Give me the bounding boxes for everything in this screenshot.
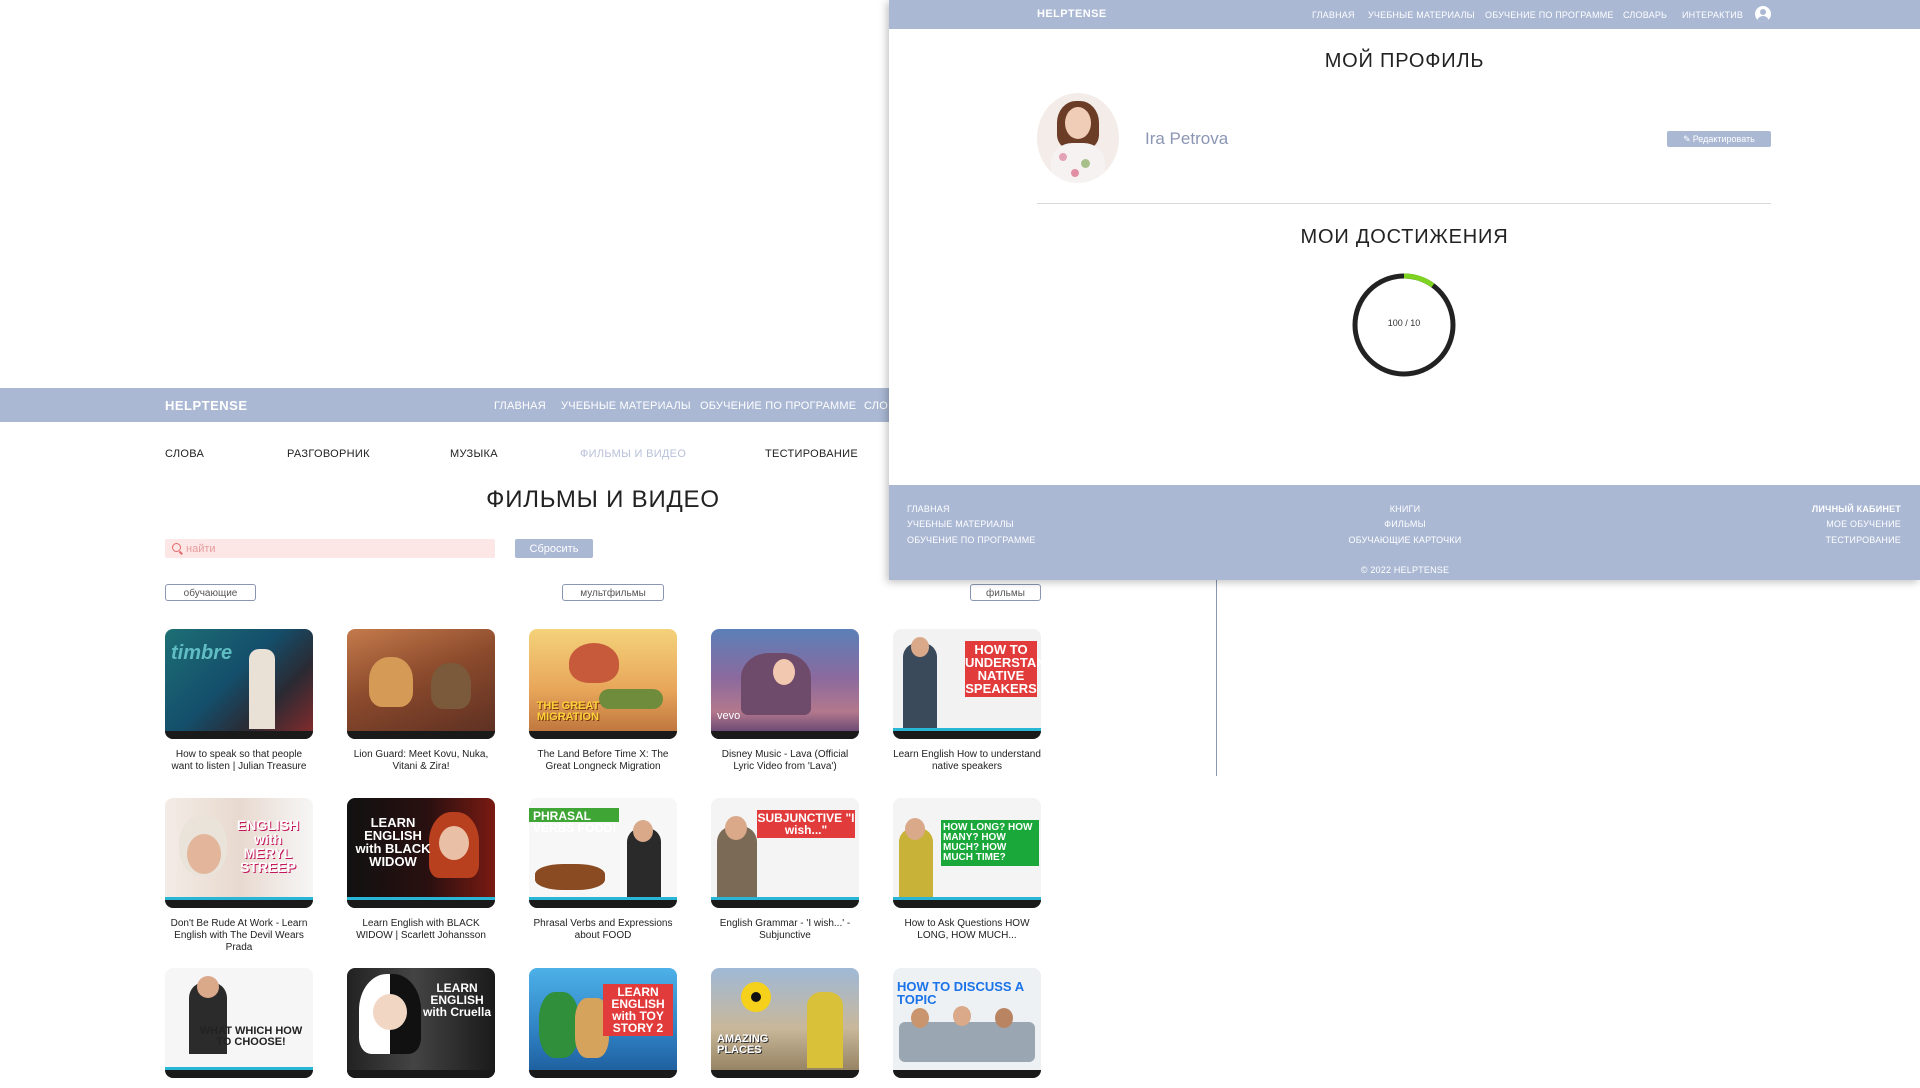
vertical-divider [1216, 580, 1217, 776]
pencil-icon: ✎ [1683, 133, 1691, 144]
video-thumbnail[interactable]: timbre [165, 629, 313, 739]
video-title[interactable]: Don't Be Rude At Work - Learn English wi… [165, 918, 313, 954]
edit-profile-button[interactable]: ✎ Редактировать [1667, 131, 1771, 147]
subnav-phrasebook[interactable]: РАЗГОВОРНИК [287, 448, 370, 460]
video-thumbnail[interactable]: PHRASAL VERBS FOOD! [529, 798, 677, 908]
thumb-text: HOW TO UNDERSTAND NATIVE SPEAKERS [965, 641, 1041, 697]
subnav-words[interactable]: СЛОВА [165, 448, 204, 460]
video-card[interactable]: SUBJUNCTIVE "I wish..." English Grammar … [711, 798, 859, 942]
subnav-testing[interactable]: ТЕСТИРОВАНИЕ [765, 448, 858, 460]
profile-nav-materials[interactable]: УЧЕБНЫЕ МАТЕРИАЛЫ [1368, 10, 1475, 20]
thumb-text: ENGLISH with MERYL STREEP [236, 817, 300, 875]
video-title[interactable]: English Grammar - 'I wish...' - Subjunct… [711, 918, 859, 942]
video-thumbnail[interactable]: LEARN ENGLISH with Cruella [347, 968, 495, 1078]
video-card[interactable]: Lion Guard: Meet Kovu, Nuka, Vitani & Zi… [347, 629, 495, 773]
video-thumbnail[interactable]: SUBJUNCTIVE "I wish..." [711, 798, 859, 908]
footer-link-flashcards[interactable]: ОБУЧАЮЩИЕ КАРТОЧКИ [1305, 535, 1505, 545]
video-thumbnail[interactable] [347, 629, 495, 739]
video-thumbnail[interactable]: ENGLISH with MERYL STREEP [165, 798, 313, 908]
profile-nav-interactive[interactable]: ИНТЕРАКТИВ [1682, 10, 1743, 20]
video-card[interactable]: timbre How to speak so that people want … [165, 629, 313, 773]
thumb-text: timbre [171, 642, 233, 664]
profile-page-title: МОЙ ПРОФИЛЬ [1324, 50, 1485, 72]
footer-link-my-learning[interactable]: МОЕ ОБУЧЕНИЕ [1700, 519, 1901, 529]
video-thumbnail[interactable]: vevo [711, 629, 859, 739]
video-card[interactable]: LEARN ENGLISH with TOY STORY 2 [529, 968, 677, 1088]
thumb-text: THE GREAT MIGRATION [536, 700, 600, 723]
footer-link-films[interactable]: ФИЛЬМЫ [1305, 519, 1505, 529]
video-card[interactable]: WHAT WHICH HOW TO CHOOSE! [165, 968, 313, 1088]
video-thumbnail[interactable]: HOW TO UNDERSTAND NATIVE SPEAKERS [893, 629, 1041, 739]
video-card[interactable]: PHRASAL VERBS FOOD! Phrasal Verbs and Ex… [529, 798, 677, 942]
profile-nav-dictionary[interactable]: СЛОВАРЬ [1623, 10, 1667, 20]
video-card[interactable]: AMAZING PLACES [711, 968, 859, 1088]
footer-copyright: © 2022 HELPTENSE [1360, 565, 1450, 575]
thumb-text: WHAT WHICH HOW TO CHOOSE! [199, 1025, 303, 1048]
video-card[interactable]: ENGLISH with MERYL STREEP Don't Be Rude … [165, 798, 313, 954]
thumb-text: HOW TO DISCUSS A TOPIC [897, 979, 1024, 1007]
video-title[interactable]: Learn English with BLACK WIDOW | Scarlet… [347, 918, 495, 942]
video-card[interactable]: HOW TO DISCUSS A TOPIC [893, 968, 1041, 1088]
subnav-films-video[interactable]: ФИЛЬМЫ И ВИДЕО [580, 448, 686, 460]
footer-link-materials[interactable]: УЧЕБНЫЕ МАТЕРИАЛЫ [907, 519, 1014, 529]
films-nav-home[interactable]: ГЛАВНАЯ [494, 400, 546, 412]
thumb-text: AMAZING PLACES [717, 1033, 769, 1056]
search-input[interactable] [186, 540, 486, 557]
filter-cartoons[interactable]: мультфильмы [562, 584, 664, 601]
video-thumbnail[interactable]: AMAZING PLACES [711, 968, 859, 1078]
video-title[interactable]: Disney Music - Lava (Official Lyric Vide… [711, 749, 859, 773]
profile-nav-home[interactable]: ГЛАВНАЯ [1312, 10, 1355, 20]
achievements-title: МОИ ДОСТИЖЕНИЯ [1300, 226, 1509, 248]
footer-link-books[interactable]: КНИГИ [1305, 504, 1505, 514]
films-nav-program[interactable]: ОБУЧЕНИЕ ПО ПРОГРАММЕ [700, 400, 856, 412]
profile-divider [1037, 203, 1771, 204]
video-thumbnail[interactable]: WHAT WHICH HOW TO CHOOSE! [165, 968, 313, 1078]
reset-button[interactable]: Сбросить [515, 539, 593, 558]
avatar [1037, 93, 1119, 183]
filter-educational[interactable]: обучающие [165, 584, 256, 601]
films-nav-dictionary-partial[interactable]: СЛО [864, 400, 888, 412]
video-card[interactable]: vevo Disney Music - Lava (Official Lyric… [711, 629, 859, 773]
video-title[interactable]: Learn English How to understand native s… [893, 749, 1041, 773]
thumb-text: LEARN ENGLISH with TOY STORY 2 [603, 984, 673, 1036]
footer-link-testing[interactable]: ТЕСТИРОВАНИЕ [1700, 535, 1901, 545]
video-title[interactable]: Lion Guard: Meet Kovu, Nuka, Vitani & Zi… [347, 749, 495, 773]
filter-films[interactable]: фильмы [970, 584, 1041, 601]
video-thumbnail[interactable]: LEARN ENGLISH with BLACK WIDOW [347, 798, 495, 908]
profile-brand-logo[interactable]: HELPTENSE [1037, 8, 1107, 20]
thumb-text: PHRASAL VERBS FOOD! [533, 809, 617, 835]
video-card[interactable]: HOW TO UNDERSTAND NATIVE SPEAKERS Learn … [893, 629, 1041, 773]
thumb-text: LEARN ENGLISH with Cruella [423, 981, 492, 1019]
edit-button-label: Редактировать [1692, 133, 1755, 144]
video-thumbnail[interactable]: HOW LONG? HOW MANY? HOW MUCH? HOW MUCH T… [893, 798, 1041, 908]
video-thumbnail[interactable]: THE GREAT MIGRATION [529, 629, 677, 739]
video-title[interactable]: The Land Before Time X: The Great Longne… [529, 749, 677, 773]
thumb-text: SUBJUNCTIVE "I wish..." [757, 810, 855, 838]
user-name: Ira Petrova [1145, 129, 1229, 148]
video-title[interactable]: How to Ask Questions HOW LONG, HOW MUCH.… [893, 918, 1041, 942]
video-card[interactable]: THE GREAT MIGRATION The Land Before Time… [529, 629, 677, 773]
user-account-icon[interactable] [1755, 6, 1771, 22]
profile-nav-program[interactable]: ОБУЧЕНИЕ ПО ПРОГРАММЕ [1485, 10, 1614, 20]
video-title[interactable]: How to speak so that people want to list… [165, 749, 313, 773]
video-card[interactable]: HOW LONG? HOW MANY? HOW MUCH? HOW MUCH T… [893, 798, 1041, 942]
thumb-text: LEARN ENGLISH with BLACK WIDOW [355, 815, 431, 869]
search-icon [172, 543, 181, 552]
video-card[interactable]: LEARN ENGLISH with BLACK WIDOW Learn Eng… [347, 798, 495, 942]
video-title[interactable]: Phrasal Verbs and Expressions about FOOD [529, 918, 677, 942]
footer-link-program[interactable]: ОБУЧЕНИЕ ПО ПРОГРАММЕ [907, 535, 1036, 545]
thumb-text: HOW LONG? HOW MANY? HOW MUCH? HOW MUCH T… [941, 820, 1039, 866]
subnav-music[interactable]: МУЗЫКА [450, 448, 498, 460]
footer-link-home[interactable]: ГЛАВНАЯ [907, 504, 950, 514]
films-brand-logo[interactable]: HELPTENSE [165, 398, 248, 413]
films-nav-materials[interactable]: УЧЕБНЫЕ МАТЕРИАЛЫ [561, 400, 691, 412]
progress-value: 100 / 10 [1387, 318, 1421, 328]
vevo-logo: vevo [717, 710, 741, 722]
footer-link-cabinet[interactable]: ЛИЧНЫЙ КАБИНЕТ [1700, 504, 1901, 514]
video-thumbnail[interactable]: HOW TO DISCUSS A TOPIC [893, 968, 1041, 1078]
video-thumbnail[interactable]: LEARN ENGLISH with TOY STORY 2 [529, 968, 677, 1078]
video-card[interactable]: LEARN ENGLISH with Cruella [347, 968, 495, 1088]
